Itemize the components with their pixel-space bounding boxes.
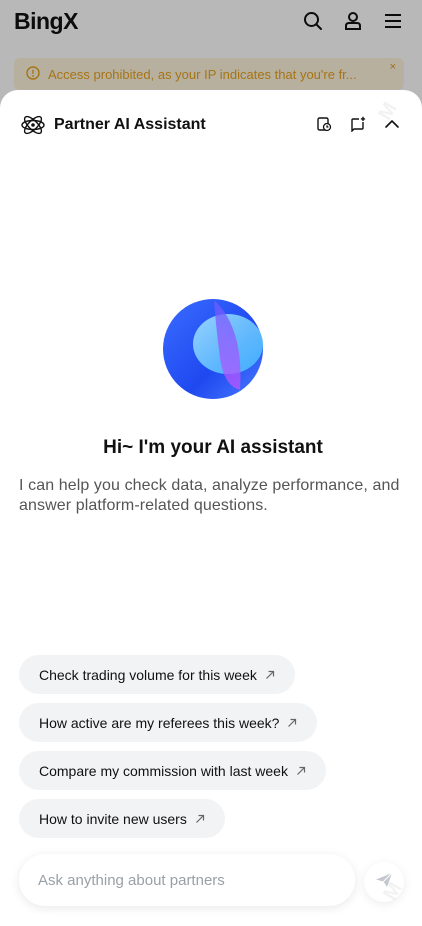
history-icon[interactable]	[316, 116, 332, 132]
assistant-description: I can help you check data, analyze perfo…	[19, 477, 400, 514]
suggestion-chip[interactable]: Compare my commission with last week	[19, 751, 326, 790]
arrow-up-right-icon	[287, 718, 297, 728]
ai-orb-icon	[162, 298, 264, 400]
suggestion-chip[interactable]: How active are my referees this week?	[19, 703, 318, 742]
greeting-heading: Hi~ I'm your AI assistant	[103, 437, 323, 458]
suggestion-label: Check trading volume for this week	[39, 666, 257, 683]
sheet-header: Partner AI Assistant	[0, 90, 422, 160]
arrow-up-right-icon	[296, 766, 306, 776]
chevron-up-icon[interactable]	[384, 116, 400, 132]
send-icon	[375, 871, 393, 894]
arrow-up-right-icon	[195, 814, 205, 824]
chat-input-container	[19, 854, 355, 906]
arrow-up-right-icon	[265, 670, 275, 680]
suggestion-chip[interactable]: Check trading volume for this week	[19, 655, 295, 694]
ai-assistant-sheet: M Partner AI Assistant Hi~ I'm your AI a…	[0, 90, 422, 926]
send-button[interactable]	[364, 862, 404, 902]
suggestion-label: How active are my referees this week?	[39, 714, 280, 731]
suggestion-chip[interactable]: How to invite new users	[19, 799, 225, 838]
suggestion-label: Compare my commission with last week	[39, 762, 288, 779]
suggestion-label: How to invite new users	[39, 810, 187, 827]
sheet-title: Partner AI Assistant	[54, 116, 206, 133]
new-chat-icon[interactable]	[350, 116, 366, 132]
assistant-atom-icon	[20, 112, 46, 138]
chat-input[interactable]	[36, 870, 338, 890]
header-actions	[316, 116, 400, 132]
